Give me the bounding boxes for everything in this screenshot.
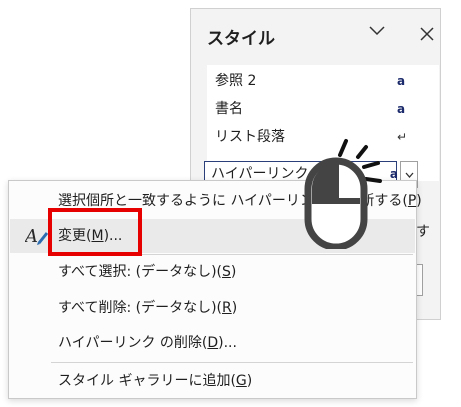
menu-item-label-suffix: ) — [416, 193, 422, 209]
style-item-book-title[interactable]: 書名 a — [215, 96, 405, 122]
char-style-mark: a — [397, 74, 406, 88]
menu-item-remove-all[interactable]: すべて削除: (データなし)(R) — [10, 291, 415, 325]
menu-item-label-suffix: )... — [103, 228, 123, 244]
svg-text:A: A — [25, 226, 38, 246]
style-name: リスト段落 — [215, 129, 285, 145]
pane-peek-text: す — [416, 224, 430, 240]
chevron-down-icon — [369, 26, 385, 36]
menu-separator — [51, 362, 413, 363]
pane-title: スタイル — [207, 29, 275, 49]
menu-item-label: 変更( — [58, 228, 92, 244]
menu-item-label: スタイル ギャラリーに追加( — [58, 373, 236, 389]
menu-item-label: すべて選択: (データなし)( — [58, 264, 223, 280]
menu-item-label: ハイパーリンク の削除( — [58, 335, 208, 351]
style-name: 書名 — [215, 101, 243, 117]
menu-item-label-suffix: ) — [246, 373, 253, 389]
menu-item-select-all[interactable]: すべて選択: (データなし)(S) — [10, 255, 415, 289]
close-icon — [420, 27, 434, 41]
accelerator-key: G — [235, 373, 247, 389]
mouse-icon — [304, 139, 382, 249]
menu-item-label-suffix: )... — [218, 335, 237, 351]
pane-close-button[interactable] — [413, 21, 441, 47]
style-item-reference2[interactable]: 参照 2 a — [215, 68, 405, 94]
menu-item-label-suffix: ) — [231, 300, 238, 316]
accelerator-key: S — [222, 264, 231, 280]
chevron-down-icon — [405, 172, 413, 178]
menu-item-label-suffix: ) — [230, 264, 237, 280]
accelerator-key: D — [207, 335, 219, 351]
menu-item-delete-style[interactable]: ハイパーリンク の削除(D)... — [10, 326, 415, 360]
style-name: 参照 2 — [215, 73, 257, 89]
accelerator-key: M — [91, 228, 104, 244]
accelerator-key: R — [222, 300, 232, 316]
pane-options-button[interactable] — [363, 21, 391, 47]
menu-item-label: すべて削除: (データなし)( — [58, 300, 223, 316]
menu-item-add-to-gallery[interactable]: スタイル ギャラリーに追加(G) — [10, 364, 415, 398]
modify-style-icon: A — [25, 226, 49, 246]
char-style-mark: a — [397, 102, 406, 116]
accelerator-key: P — [407, 193, 417, 209]
